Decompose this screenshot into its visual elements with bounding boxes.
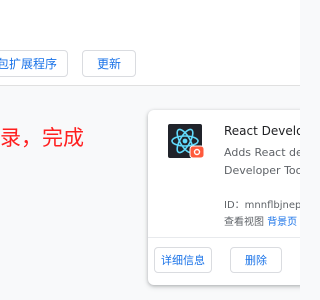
- extension-id: ID：mnnflbjnep: [224, 200, 300, 211]
- extension-description-line-1: Adds React deb: [224, 146, 300, 159]
- extension-description: Adds React deb Developer Tools: [224, 144, 300, 180]
- inspect-views: 查看视图 背景页: [224, 213, 297, 228]
- inspect-views-label: 查看视图: [224, 217, 264, 228]
- extensions-page: 包扩展程序 更新 录，完成 React Developer Adds React…: [0, 0, 300, 300]
- update-button[interactable]: 更新: [82, 50, 136, 77]
- react-devtools-icon: [168, 124, 205, 159]
- background-page-link[interactable]: 背景页: [267, 217, 297, 228]
- extension-card: React Developer Adds React deb Developer…: [148, 110, 300, 285]
- details-button[interactable]: 详细信息: [154, 247, 212, 273]
- extension-name: React Developer: [224, 124, 300, 138]
- pack-extension-button[interactable]: 包扩展程序: [0, 50, 68, 77]
- annotation-text: 录，完成: [0, 126, 84, 150]
- extension-description-line-2: Developer Tools: [224, 164, 300, 177]
- card-divider: [148, 237, 300, 238]
- remove-button[interactable]: 删除: [230, 247, 282, 273]
- extensions-toolbar: 包扩展程序 更新: [0, 0, 300, 86]
